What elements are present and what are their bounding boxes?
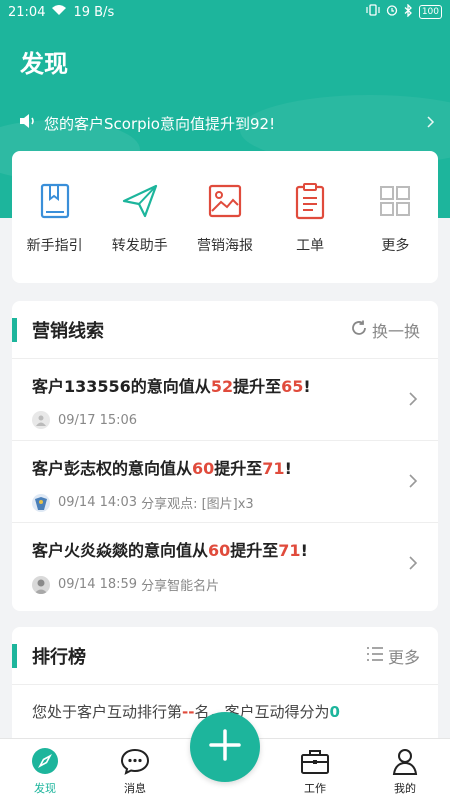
shortcut-label: 新手指引 xyxy=(26,238,83,254)
compass-icon xyxy=(30,746,60,776)
shortcut-forward[interactable]: 转发助手 xyxy=(97,181,182,255)
avatar xyxy=(32,493,50,512)
tab-label: 我的 xyxy=(394,782,416,795)
ranking-more-label: 更多 xyxy=(387,647,420,667)
lead-text: 客户133556的意向值从52提升至65! xyxy=(32,377,311,396)
alarm-icon xyxy=(386,4,398,20)
briefcase-icon xyxy=(300,746,330,776)
refresh-label: 换一换 xyxy=(371,321,420,341)
lead-time: 09/17 15:06 xyxy=(58,412,138,428)
tab-label: 发现 xyxy=(34,782,56,795)
shortcut-label: 营销海报 xyxy=(196,238,253,254)
shortcut-grid: 新手指引 转发助手 营销海报 工单 更多 xyxy=(12,151,438,283)
lead-meta: 09/17 15:06 xyxy=(32,411,137,429)
tab-discover[interactable]: 发现 xyxy=(0,739,90,800)
chevron-right-icon xyxy=(408,391,418,411)
ranking-header: 排行榜 更多 xyxy=(12,627,438,685)
user-icon xyxy=(390,746,420,776)
guide-book-icon xyxy=(35,181,75,221)
ranking-more-button[interactable]: 更多 xyxy=(366,644,420,668)
tab-work[interactable]: 工作 xyxy=(270,739,360,800)
tab-label: 消息 xyxy=(124,782,146,795)
poster-image-icon xyxy=(205,181,245,221)
leads-card: 营销线索 换一换 客户133556的意向值从52提升至65! 09/17 15:… xyxy=(12,301,438,611)
lead-item[interactable]: 客户133556的意向值从52提升至65! 09/17 15:06 xyxy=(12,359,438,441)
shortcut-ticket[interactable]: 工单 xyxy=(268,181,353,255)
shortcut-guide[interactable]: 新手指引 xyxy=(12,181,97,255)
chevron-right-icon xyxy=(408,473,418,493)
list-icon xyxy=(366,646,384,666)
page-title: 发现 xyxy=(20,50,68,78)
refresh-icon xyxy=(350,319,368,341)
shortcut-label: 更多 xyxy=(381,238,410,254)
lead-time: 09/14 14:03 xyxy=(58,495,138,510)
shortcut-label: 转发助手 xyxy=(111,238,168,254)
lead-share: 分享观点: [图片]x3 xyxy=(141,497,254,512)
chevron-right-icon xyxy=(408,555,418,575)
bluetooth-icon xyxy=(404,2,413,21)
paper-plane-icon xyxy=(120,181,160,221)
grid-icon xyxy=(375,181,415,221)
notice-text: 您的客户Scorpio意向值提升到92! xyxy=(44,114,276,133)
lead-share: 分享智能名片 xyxy=(141,579,220,594)
accent-bar xyxy=(12,317,17,342)
net-speed: 19 B/s xyxy=(73,4,115,20)
default-avatar-icon xyxy=(32,411,50,429)
avatar xyxy=(32,575,50,594)
shortcut-more[interactable]: 更多 xyxy=(353,181,438,255)
shortcut-label: 工单 xyxy=(296,238,325,254)
lead-text: 客户彭志权的意向值从60提升至71! xyxy=(32,459,292,478)
accent-bar xyxy=(12,643,17,668)
speaker-icon xyxy=(18,112,38,134)
battery-indicator: 100 xyxy=(418,5,442,19)
vibrate-icon xyxy=(366,4,380,20)
lead-item[interactable]: 客户彭志权的意向值从60提升至71! 09/14 14:03 分享观点: [图片… xyxy=(12,441,438,523)
tab-messages[interactable]: 消息 xyxy=(90,739,180,800)
status-time: 21:04 xyxy=(8,4,46,20)
refresh-button[interactable]: 换一换 xyxy=(350,318,420,342)
ranking-title: 排行榜 xyxy=(32,646,86,668)
notice-banner[interactable]: 您的客户Scorpio意向值提升到92! xyxy=(18,110,436,136)
lead-text: 客户火炎焱燚的意向值从60提升至71! xyxy=(32,541,308,560)
clipboard-icon xyxy=(290,181,330,221)
chevron-right-icon xyxy=(426,114,436,133)
leads-header: 营销线索 换一换 xyxy=(12,301,438,359)
shortcut-poster[interactable]: 营销海报 xyxy=(182,181,267,255)
wifi-icon xyxy=(51,4,67,20)
leads-title: 营销线索 xyxy=(32,320,104,342)
lead-meta: 09/14 14:03 分享观点: [图片]x3 xyxy=(32,493,254,512)
add-button[interactable] xyxy=(190,712,260,782)
status-bar: 21:04 19 B/s 100 xyxy=(0,0,450,24)
tab-label: 工作 xyxy=(304,782,326,795)
chat-bubble-icon xyxy=(120,746,150,776)
tab-profile[interactable]: 我的 xyxy=(360,739,450,800)
lead-item[interactable]: 客户火炎焱燚的意向值从60提升至71! 09/14 18:59 分享智能名片 xyxy=(12,523,438,605)
lead-time: 09/14 18:59 xyxy=(58,577,138,592)
lead-meta: 09/14 18:59 分享智能名片 xyxy=(32,575,219,594)
plus-icon xyxy=(208,728,242,766)
